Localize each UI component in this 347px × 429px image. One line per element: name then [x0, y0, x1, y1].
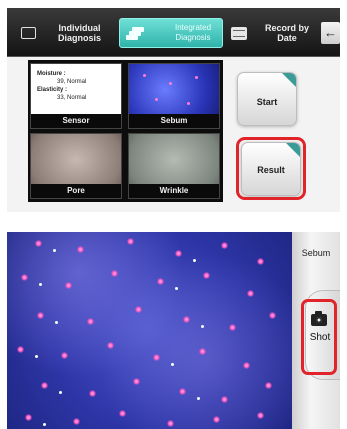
result-highlight-box	[236, 137, 306, 200]
sebum-spot	[157, 278, 164, 285]
sebum-spot	[35, 240, 42, 247]
sebum-spot	[183, 316, 190, 323]
sebum-spot	[257, 258, 264, 265]
tab-bar: Individual Diagnosis Integrated Diagnosi…	[7, 8, 340, 57]
glint-spot	[39, 283, 42, 286]
sebum-spot	[65, 282, 72, 289]
sebum-spot	[229, 324, 236, 331]
tab-individual-diagnosis[interactable]: Individual Diagnosis	[21, 20, 113, 46]
glint-spot	[201, 325, 204, 328]
glint-spot	[193, 259, 196, 262]
glint-spot	[171, 363, 174, 366]
sebum-spot	[203, 272, 210, 279]
tile-label: Sensor	[31, 114, 121, 128]
tab-label: Integrated Diagnosis	[174, 23, 212, 42]
sebum-spot	[111, 270, 118, 277]
records-icon	[231, 26, 247, 40]
sebum-spot	[107, 342, 114, 349]
diagnosis-grid: Moisture : 39, Normal Elasticity : 33, N…	[28, 60, 223, 202]
sebum-spot	[133, 378, 140, 385]
sebum-spot	[179, 388, 186, 395]
moisture-value: 39, Normal	[57, 79, 87, 85]
camera-screen: Sebum Shot	[7, 232, 340, 429]
sebum-spot	[199, 348, 206, 355]
sebum-spot	[37, 312, 44, 319]
stack-icon	[126, 26, 146, 41]
sebum-spot	[89, 390, 96, 397]
sensor-readings: Moisture : 39, Normal Elasticity : 33, N…	[37, 70, 86, 102]
sebum-camera-view	[7, 232, 292, 429]
pore-tile[interactable]: Pore	[30, 133, 122, 199]
sebum-spot	[257, 412, 264, 419]
tile-label: Pore	[31, 184, 121, 198]
sebum-spot	[175, 250, 182, 257]
sebum-spot	[21, 274, 28, 281]
sebum-spot	[221, 242, 228, 249]
sebum-spot	[153, 354, 160, 361]
start-label: Start	[256, 97, 278, 107]
back-button[interactable]: ←	[321, 22, 340, 44]
sebum-spot	[77, 246, 84, 253]
sebum-spot	[119, 410, 126, 417]
sebum-spot	[127, 238, 134, 245]
shot-highlight-box	[301, 299, 337, 375]
sebum-spot	[41, 382, 48, 389]
glint-spot	[175, 287, 178, 290]
sensor-tile[interactable]: Moisture : 39, Normal Elasticity : 33, N…	[30, 63, 122, 129]
wrinkle-tile[interactable]: Wrinkle	[128, 133, 220, 199]
corner-accent	[282, 73, 296, 87]
tab-label: Individual Diagnosis	[57, 23, 101, 43]
diagnosis-screen: Individual Diagnosis Integrated Diagnosi…	[7, 8, 340, 212]
tile-label: Sebum	[129, 114, 219, 128]
sebum-spot	[17, 346, 24, 353]
tab-integrated-diagnosis[interactable]: Integrated Diagnosis	[119, 18, 223, 48]
glint-spot	[59, 391, 62, 394]
sebum-spot	[61, 352, 68, 359]
tab-label: Record by Date	[264, 23, 309, 43]
sebum-spot	[213, 416, 220, 423]
sebum-spot	[265, 382, 272, 389]
glint-spot	[35, 355, 38, 358]
elasticity-value: 33, Normal	[57, 95, 87, 101]
mode-label: Sebum	[301, 248, 331, 258]
sebum-spot	[221, 396, 228, 403]
sebum-spot	[247, 290, 254, 297]
tile-label: Wrinkle	[129, 184, 219, 198]
moisture-label: Moisture :	[37, 71, 66, 77]
tab-record-by-date[interactable]: Record by Date	[231, 20, 317, 46]
sebum-spot	[243, 362, 250, 369]
sebum-spot	[87, 318, 94, 325]
sebum-spot	[167, 420, 174, 427]
elasticity-label: Elasticity :	[37, 87, 68, 93]
sebum-spot	[73, 418, 80, 425]
start-button[interactable]: Start	[237, 72, 297, 126]
sebum-spot	[269, 312, 276, 319]
sebum-spot	[25, 414, 32, 421]
square-icon	[21, 27, 36, 39]
glint-spot	[55, 321, 58, 324]
glint-spot	[197, 397, 200, 400]
glint-spot	[43, 423, 46, 426]
glint-spot	[53, 249, 56, 252]
sebum-spot	[135, 306, 142, 313]
sebum-tile[interactable]: Sebum	[128, 63, 220, 129]
